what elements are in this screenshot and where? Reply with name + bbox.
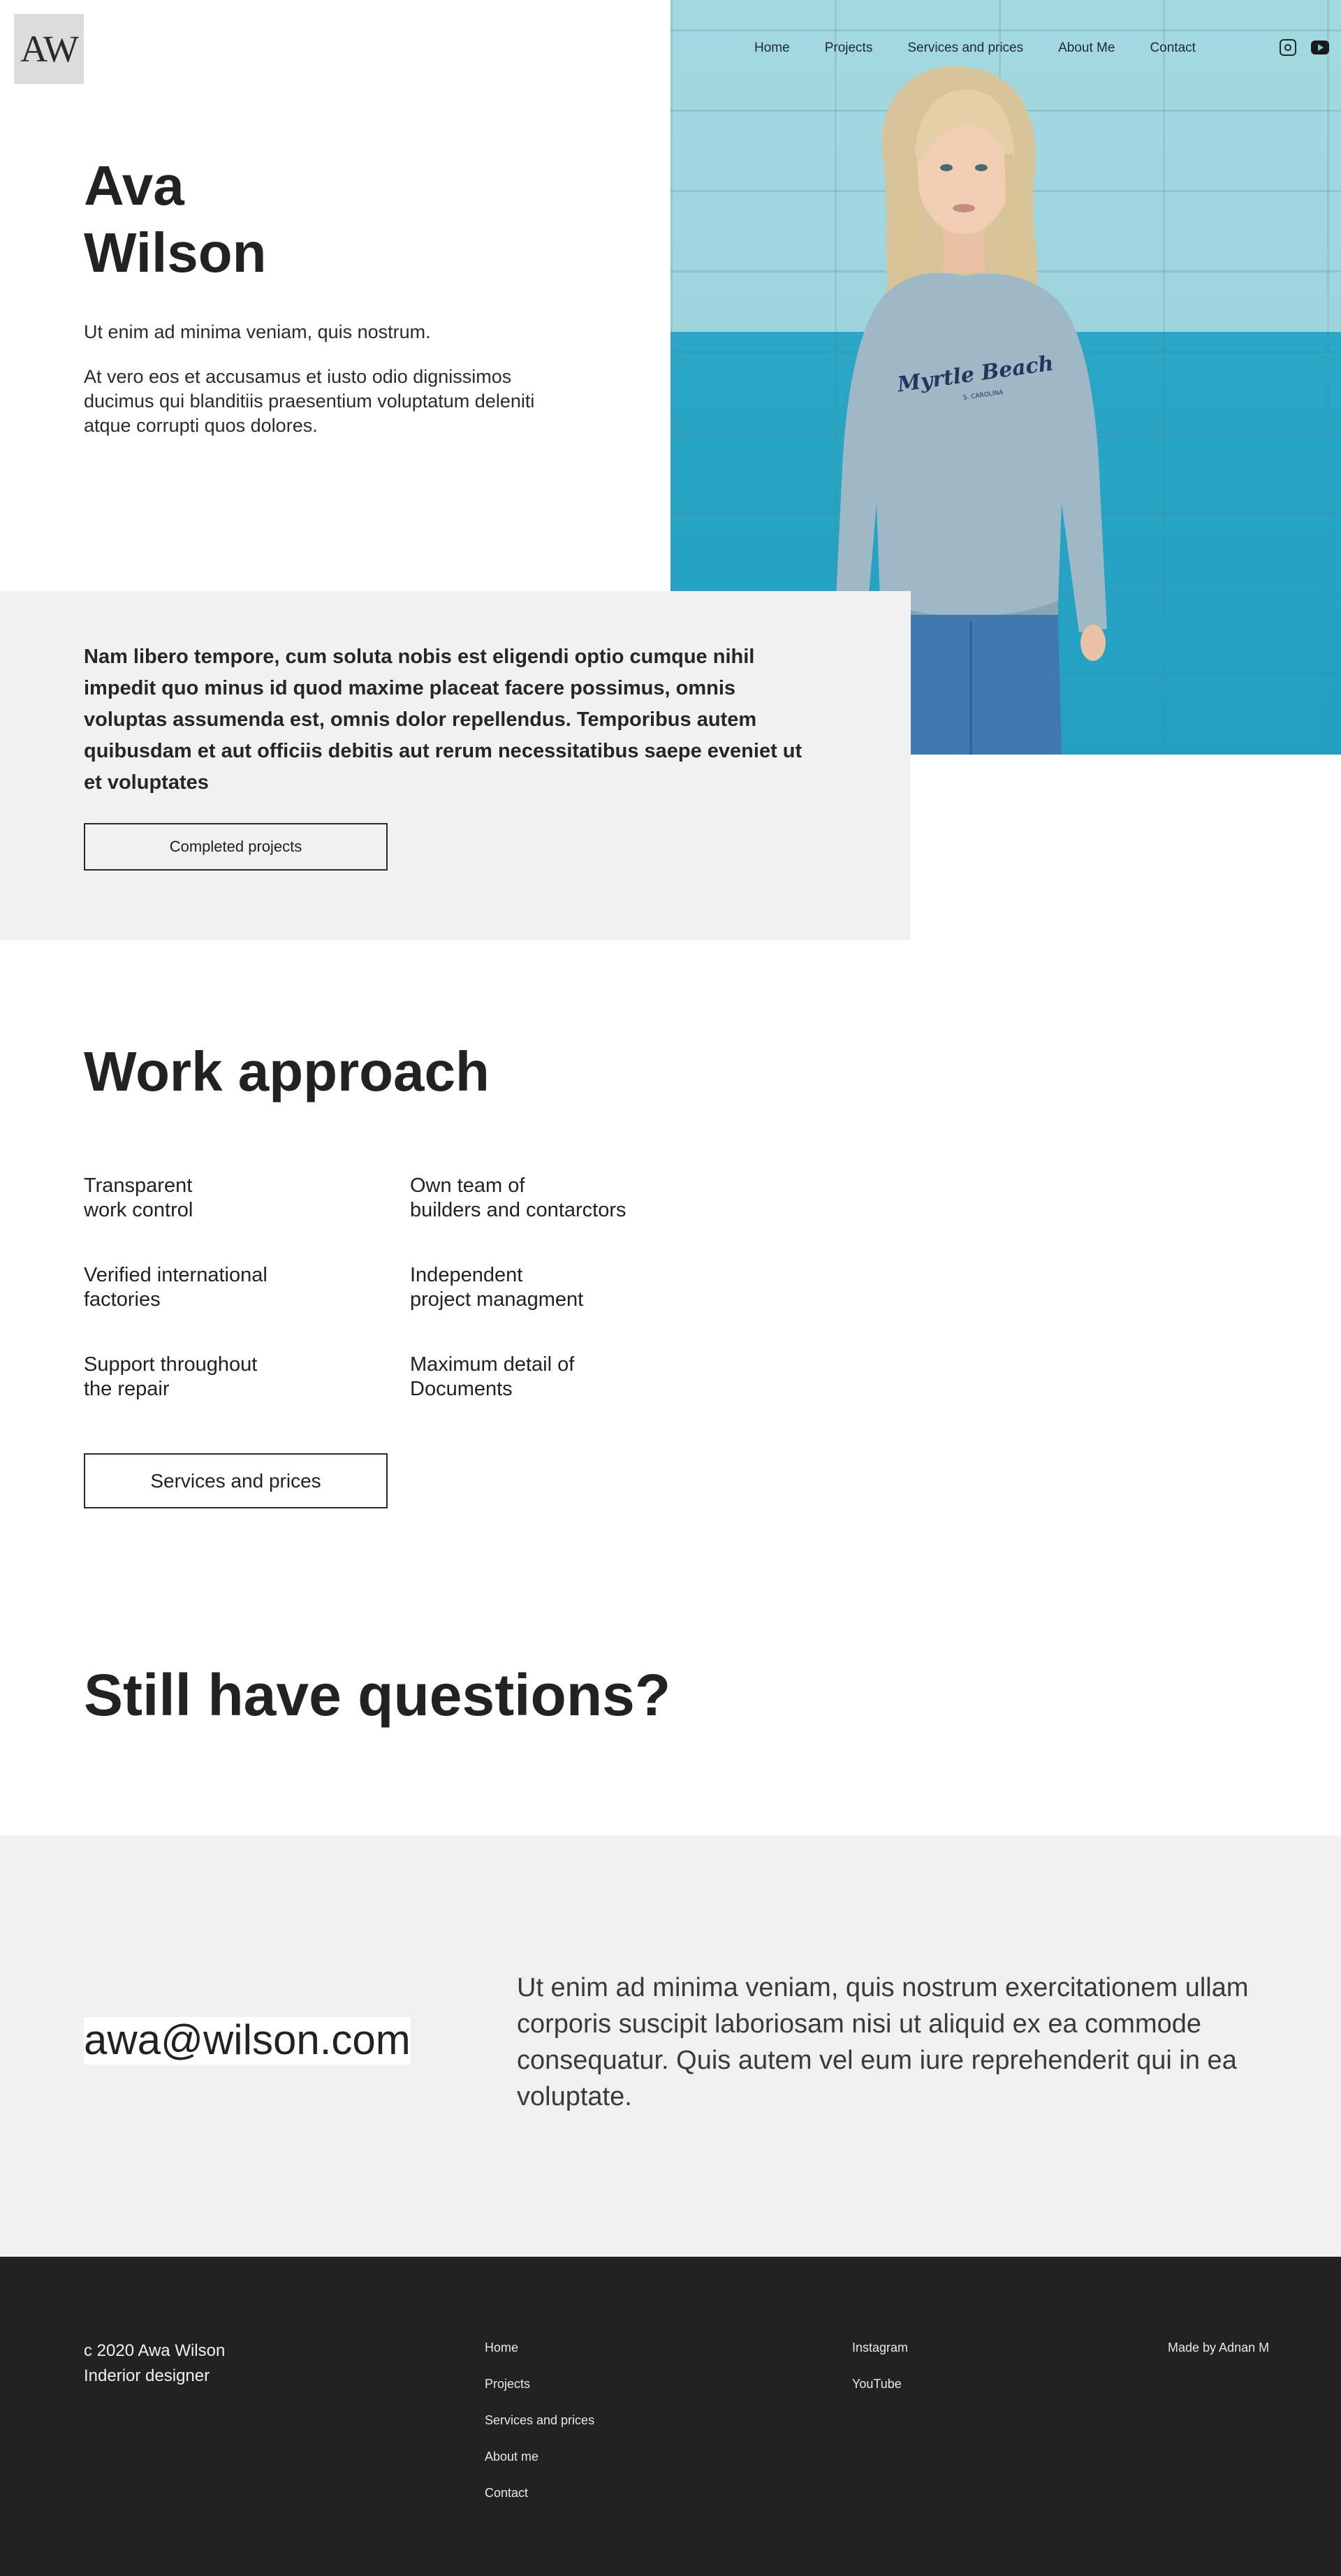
feature-line: Verified international	[84, 1264, 268, 1286]
feature-item: Support throughout the repair	[84, 1353, 377, 1402]
services-and-prices-button[interactable]: Services and prices	[84, 1453, 388, 1508]
nav-home[interactable]: Home	[754, 41, 790, 56]
footer-link-services[interactable]: Services and prices	[485, 2413, 594, 2450]
questions-title: Still have questions?	[84, 1662, 671, 1728]
feature-line: Own team of	[410, 1174, 525, 1197]
footer-link-about[interactable]: About me	[485, 2450, 594, 2486]
contact-text: Ut enim ad minima veniam, quis nostrum e…	[517, 1973, 1249, 2111]
work-approach-title: Work approach	[84, 1040, 490, 1103]
footer-link-youtube[interactable]: YouTube	[852, 2377, 908, 2413]
intro-text: Nam libero tempore, cum soluta nobis est…	[84, 646, 803, 794]
feature-item: Maximum detail of Documents	[410, 1353, 703, 1402]
logo[interactable]: AW	[14, 14, 84, 84]
feature-line: the repair	[84, 1378, 170, 1400]
feature-line: Documents	[410, 1378, 513, 1400]
email-link[interactable]: awa@wilson.com	[84, 2017, 411, 2065]
feature-line: project managment	[410, 1288, 584, 1311]
feature-line: Support throughout	[84, 1353, 258, 1376]
nav-projects[interactable]: Projects	[825, 41, 873, 56]
feature-item: Verified international factories	[84, 1263, 377, 1312]
footer-copyright: c 2020 Awa Wilson Inderior designer	[84, 2338, 225, 2389]
footer: c 2020 Awa Wilson Inderior designer Home…	[0, 2257, 1341, 2576]
feature-line: builders and contarctors	[410, 1199, 626, 1221]
feature-item: Own team of builders and contarctors	[410, 1174, 703, 1223]
footer-link-instagram[interactable]: Instagram	[852, 2341, 908, 2377]
hero-lead: Ut enim ad minima veniam, quis nostrum.	[84, 321, 431, 342]
feature-line: Transparent	[84, 1174, 193, 1197]
footer-copy-line: Inderior designer	[84, 2366, 210, 2385]
nav-contact[interactable]: Contact	[1150, 41, 1195, 56]
contact-section: awa@wilson.com Ut enim ad minima veniam,…	[0, 1835, 1341, 2257]
hero-name-first: Ava	[84, 154, 184, 217]
feature-item: Independent project managment	[410, 1263, 703, 1312]
feature-line: factories	[84, 1288, 161, 1311]
feature-line: work control	[84, 1199, 193, 1221]
footer-link-home[interactable]: Home	[485, 2341, 594, 2377]
nav-about-me[interactable]: About Me	[1058, 41, 1115, 56]
footer-made-by: Made by Adnan M	[1168, 2341, 1270, 2355]
footer-copy-line: c 2020 Awa Wilson	[84, 2341, 226, 2360]
feature-item: Transparent work control	[84, 1174, 377, 1223]
hero-paragraph: At vero eos et accusamus et iusto odio d…	[84, 366, 535, 436]
youtube-icon[interactable]	[1311, 41, 1329, 54]
hero-name: Ava Wilson	[84, 152, 266, 286]
feature-line: Independent	[410, 1264, 523, 1286]
completed-projects-button[interactable]: Completed projects	[84, 823, 388, 871]
feature-line: Maximum detail of	[410, 1353, 575, 1376]
footer-nav: Home Projects Services and prices About …	[485, 2341, 594, 2522]
instagram-icon[interactable]	[1280, 39, 1296, 56]
main-nav: Home Projects Services and prices About …	[754, 36, 1231, 60]
footer-social: Instagram YouTube	[852, 2341, 908, 2413]
logo-text: AW	[20, 28, 79, 70]
footer-link-projects[interactable]: Projects	[485, 2377, 594, 2413]
hero-name-last: Wilson	[84, 221, 267, 284]
footer-link-contact[interactable]: Contact	[485, 2486, 594, 2522]
intro-section: Nam libero tempore, cum soluta nobis est…	[0, 591, 911, 940]
nav-services-and-prices[interactable]: Services and prices	[907, 41, 1023, 56]
